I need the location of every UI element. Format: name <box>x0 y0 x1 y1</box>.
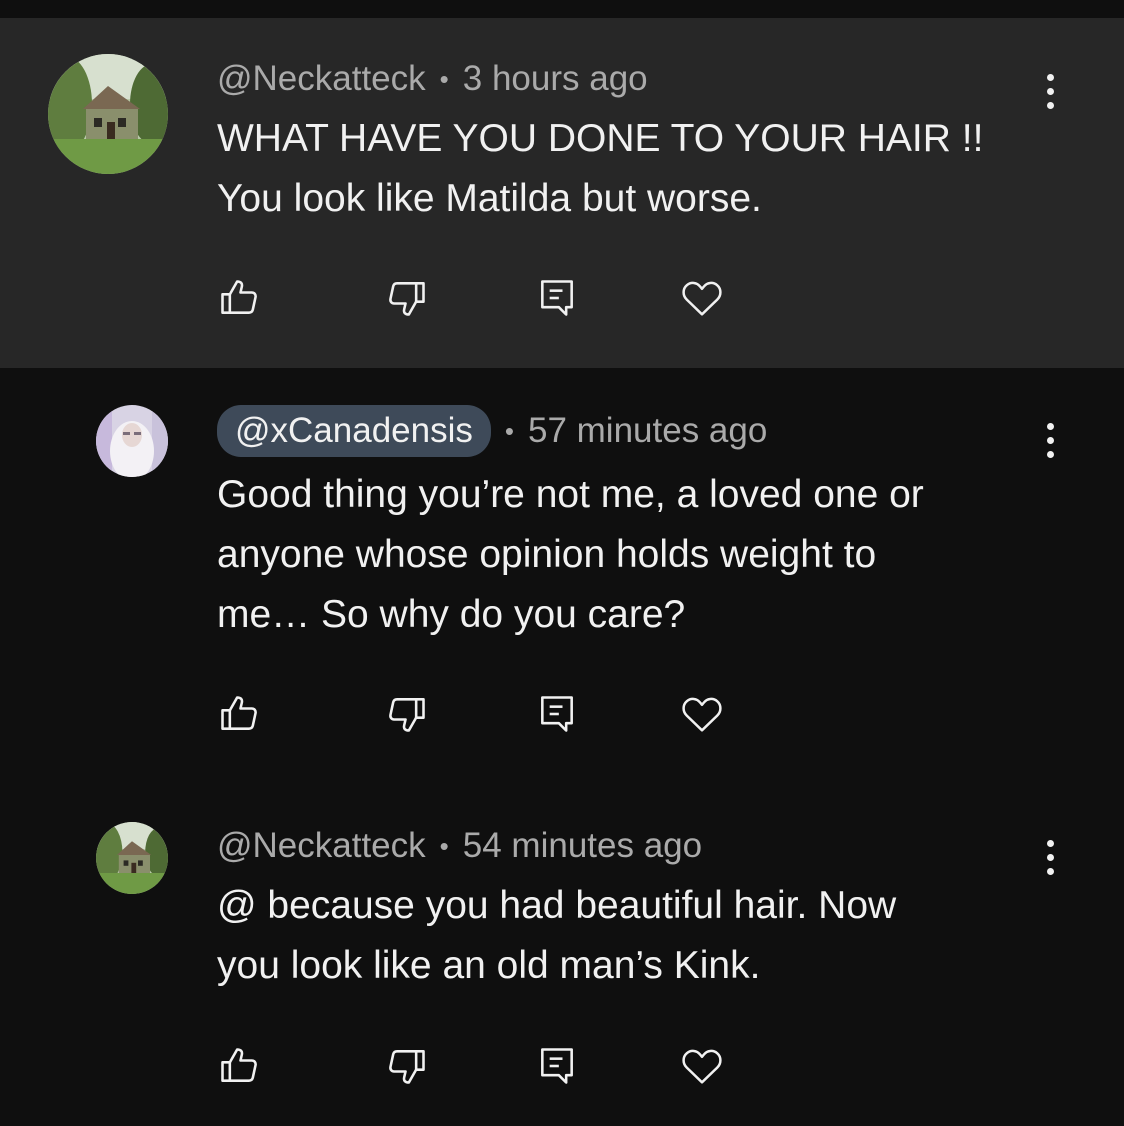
comment-thread-parent: @Neckatteck • 3 hours ago WHAT HAVE YOU … <box>0 18 1124 368</box>
menu-dot <box>1046 73 1054 81</box>
menu-dot <box>1046 436 1054 444</box>
avatar-cottage[interactable] <box>96 822 168 894</box>
like-button[interactable] <box>215 274 263 322</box>
author-handle-chip[interactable]: @xCanadensis <box>217 405 491 457</box>
avatar-creator[interactable] <box>96 405 168 477</box>
comment-line: You look like Matilda but worse. <box>217 177 762 220</box>
comment-reply: @Neckatteck • 54 minutes ago @ because y… <box>0 768 1124 1126</box>
dislike-icon <box>389 698 425 732</box>
comment-reply: @xCanadensis • 57 minutes ago Good thing… <box>0 368 1124 768</box>
dislike-button[interactable] <box>383 690 431 738</box>
comment-actions <box>215 1042 735 1090</box>
menu-dot <box>1046 422 1054 430</box>
menu-dot <box>1046 450 1054 458</box>
like-icon <box>221 1048 257 1082</box>
menu-dot <box>1046 867 1054 875</box>
dislike-button[interactable] <box>383 1042 431 1090</box>
separator-dot: • <box>439 830 449 861</box>
comment-line: @ because you had beautiful hair. Now <box>217 884 897 927</box>
dislike-button[interactable] <box>383 274 431 322</box>
reply-button[interactable] <box>533 1042 581 1090</box>
reply-icon <box>541 280 573 316</box>
comment-line: me… So why do you care? <box>217 593 686 636</box>
comment-meta: @Neckatteck • 54 minutes ago <box>217 821 702 871</box>
comment-actions <box>215 690 735 738</box>
like-button[interactable] <box>215 1042 263 1090</box>
menu-dot <box>1046 853 1054 861</box>
author-handle[interactable]: @Neckatteck <box>217 59 426 99</box>
menu-dot <box>1046 87 1054 95</box>
reply-icon <box>541 696 573 732</box>
menu-dot <box>1046 101 1054 109</box>
more-options-button[interactable] <box>1032 415 1068 465</box>
author-handle[interactable]: @Neckatteck <box>217 826 426 866</box>
dislike-icon <box>389 282 425 316</box>
top-edge <box>0 0 1124 18</box>
timestamp: 57 minutes ago <box>527 411 768 450</box>
comment-line: you look like an old man’s Kink. <box>217 944 761 987</box>
like-button[interactable] <box>215 690 263 738</box>
reply-icon <box>541 1048 573 1084</box>
comment-line: Good thing you’re not me, a loved one or <box>217 473 924 516</box>
reply-button[interactable] <box>533 274 581 322</box>
comment-meta: @xCanadensis • 57 minutes ago <box>217 403 767 459</box>
comment-text: WHAT HAVE YOU DONE TO YOUR HAIR !! You l… <box>217 109 1047 229</box>
more-options-button[interactable] <box>1032 832 1068 882</box>
reply-button[interactable] <box>533 690 581 738</box>
separator-dot: • <box>504 415 514 446</box>
avatar-cottage[interactable] <box>48 54 168 174</box>
heart-button[interactable] <box>678 690 726 738</box>
like-icon <box>221 280 257 314</box>
like-icon <box>221 696 257 730</box>
dislike-icon <box>389 1050 425 1084</box>
menu-dot <box>1046 839 1054 847</box>
comment-text: @ because you had beautiful hair. Now yo… <box>217 876 1047 996</box>
heart-icon <box>682 697 722 732</box>
comment-meta: @Neckatteck • 3 hours ago <box>217 54 648 104</box>
comment-text: Good thing you’re not me, a loved one or… <box>217 465 1047 645</box>
heart-button[interactable] <box>678 274 726 322</box>
heart-icon <box>682 1049 722 1084</box>
comment-line: WHAT HAVE YOU DONE TO YOUR HAIR !! <box>217 117 984 160</box>
heart-icon <box>682 281 722 316</box>
comment-line: anyone whose opinion holds weight to <box>217 533 877 576</box>
separator-dot: • <box>439 63 449 94</box>
comment-actions <box>215 274 735 322</box>
timestamp: 54 minutes ago <box>462 826 703 865</box>
timestamp: 3 hours ago <box>462 59 648 98</box>
heart-button[interactable] <box>678 1042 726 1090</box>
